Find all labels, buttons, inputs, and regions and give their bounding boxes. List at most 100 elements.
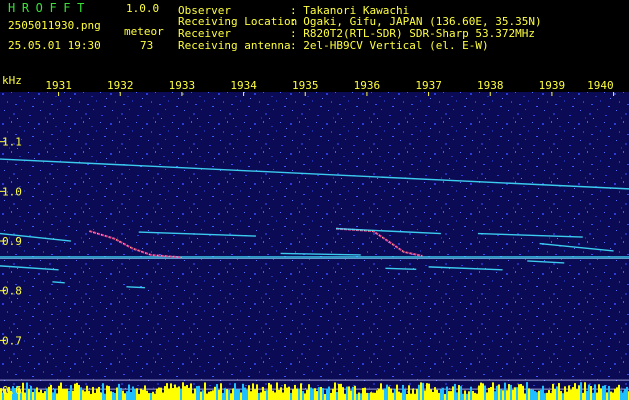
- power-bar: [196, 386, 198, 400]
- power-bar: [118, 383, 120, 400]
- power-bar: [244, 387, 246, 400]
- x-tick-label: 1934: [230, 79, 257, 92]
- power-bar: [192, 393, 194, 400]
- power-bar: [222, 392, 224, 400]
- power-bar: [608, 385, 610, 400]
- power-bar: [106, 385, 108, 400]
- power-bar: [88, 390, 90, 400]
- power-bar: [108, 386, 110, 400]
- x-tick-label: 1931: [45, 79, 72, 92]
- power-bar: [602, 385, 604, 400]
- power-bar: [606, 392, 608, 400]
- power-bar: [446, 386, 448, 400]
- power-bar: [310, 387, 312, 400]
- power-bar: [264, 390, 266, 400]
- power-bar: [138, 393, 140, 400]
- power-bar: [380, 383, 382, 400]
- power-bar: [336, 391, 338, 400]
- power-bar: [372, 392, 374, 400]
- power-bar: [462, 393, 464, 400]
- power-bar: [258, 392, 260, 400]
- power-bar: [494, 391, 496, 400]
- power-bar: [170, 383, 172, 400]
- power-bar: [294, 384, 296, 400]
- power-bar: [200, 391, 202, 400]
- power-bar: [558, 383, 560, 400]
- power-bar: [350, 390, 352, 400]
- power-bar: [332, 388, 334, 400]
- power-bar: [562, 393, 564, 400]
- power-bar: [278, 389, 280, 400]
- power-bar: [256, 384, 258, 400]
- power-bar: [94, 392, 96, 400]
- power-bar: [282, 392, 284, 400]
- x-tick-label: 1940: [587, 79, 614, 92]
- power-bar: [54, 388, 56, 400]
- meteor-label: meteor: [124, 25, 164, 38]
- power-bar: [26, 382, 28, 400]
- power-bar: [252, 383, 254, 400]
- power-bar: [48, 386, 50, 400]
- power-bar: [286, 387, 288, 400]
- antenna-value: : 2el-HB9CV Vertical (el. E-W): [290, 39, 489, 52]
- power-bar: [320, 386, 322, 400]
- power-bar: [468, 391, 470, 400]
- power-bar: [58, 385, 60, 400]
- power-bar: [218, 389, 220, 400]
- power-bar: [318, 387, 320, 400]
- y-tick-label: 0.6: [2, 384, 22, 397]
- power-bar: [430, 389, 432, 400]
- power-bar: [312, 388, 314, 400]
- power-bar: [140, 388, 142, 400]
- power-bar: [586, 390, 588, 400]
- power-bar: [556, 386, 558, 400]
- power-bar: [22, 382, 24, 400]
- power-bar: [180, 388, 182, 400]
- power-bar: [440, 389, 442, 400]
- power-bar: [572, 387, 574, 400]
- power-bar: [198, 385, 200, 400]
- power-bar: [206, 393, 208, 400]
- power-bar: [382, 389, 384, 400]
- power-bar: [72, 390, 74, 400]
- power-bar: [314, 388, 316, 400]
- power-bar: [354, 385, 356, 400]
- power-bar: [28, 388, 30, 400]
- power-bar: [64, 388, 66, 400]
- power-bar: [30, 385, 32, 400]
- brand-logo: HROFFT: [8, 1, 91, 15]
- power-bar: [70, 385, 72, 400]
- power-bar: [74, 383, 76, 400]
- power-bar: [338, 383, 340, 400]
- power-bar: [548, 390, 550, 400]
- power-bar: [326, 388, 328, 400]
- power-bar: [368, 393, 370, 400]
- power-bar: [388, 386, 390, 400]
- power-bar: [188, 387, 190, 400]
- power-bar: [612, 392, 614, 400]
- power-bar: [114, 393, 116, 400]
- filename-label: 2505011930.png: [8, 19, 101, 32]
- power-bar: [568, 385, 570, 400]
- power-bar: [390, 388, 392, 400]
- x-tick-label: 1933: [169, 79, 196, 92]
- power-bar: [544, 393, 546, 400]
- power-bar: [416, 388, 418, 400]
- power-bar: [410, 393, 412, 400]
- x-tick-label: 1938: [477, 79, 504, 92]
- power-bar: [526, 382, 528, 400]
- power-bar: [32, 391, 34, 400]
- power-bar: [272, 390, 274, 400]
- power-bar: [182, 382, 184, 400]
- power-bar: [246, 389, 248, 400]
- power-bar: [202, 390, 204, 400]
- power-bar: [500, 389, 502, 400]
- power-bar: [116, 387, 118, 400]
- power-bar: [86, 385, 88, 400]
- power-bar: [598, 384, 600, 400]
- power-bar: [534, 391, 536, 400]
- power-bar: [560, 391, 562, 400]
- power-bar: [520, 383, 522, 400]
- power-bar: [356, 393, 358, 400]
- power-bar: [624, 389, 626, 400]
